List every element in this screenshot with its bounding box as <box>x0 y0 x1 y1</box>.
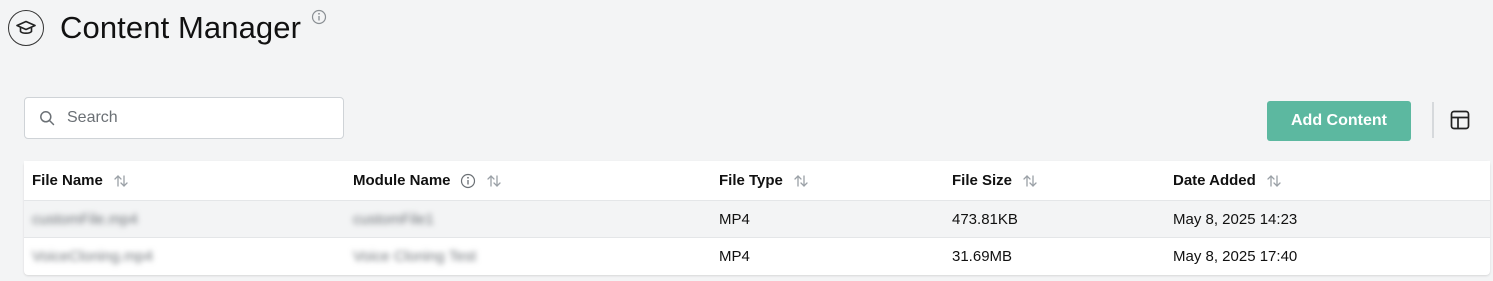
content-manager-page: Content Manager Add Content <box>0 0 1493 281</box>
page-header: Content Manager <box>8 8 327 48</box>
sort-icon[interactable] <box>1022 174 1038 188</box>
search-input[interactable] <box>67 109 317 127</box>
add-content-button[interactable]: Add Content <box>1267 101 1411 141</box>
sort-icon[interactable] <box>113 174 129 188</box>
search-box[interactable] <box>24 97 344 139</box>
module-name-cell: customFile1 <box>353 210 434 228</box>
info-icon[interactable] <box>460 173 476 189</box>
file-name-cell: VoiceCloning.mp4 <box>32 248 153 265</box>
column-header-file-name[interactable]: File Name <box>24 172 345 189</box>
file-size-cell: 473.81KB <box>952 210 1018 228</box>
file-type-cell: MP4 <box>719 210 750 228</box>
column-header-date-added[interactable]: Date Added <box>1165 172 1490 189</box>
table-row[interactable]: customFile.mp4 customFile1 MP4 473.81KB … <box>24 201 1490 238</box>
graduation-cap-icon <box>8 10 44 46</box>
sort-icon[interactable] <box>1266 174 1282 188</box>
column-header-module-name[interactable]: Module Name <box>345 172 711 189</box>
table-row[interactable]: VoiceCloning.mp4 Voice Cloning Test MP4 … <box>24 238 1490 275</box>
table-columns-icon[interactable] <box>1446 106 1474 134</box>
date-added-cell: May 8, 2025 17:40 <box>1173 248 1298 265</box>
file-type-cell: MP4 <box>719 248 750 265</box>
file-name-cell: customFile.mp4 <box>32 210 138 228</box>
date-added-cell: May 8, 2025 14:23 <box>1173 210 1298 228</box>
sort-icon[interactable] <box>486 174 502 188</box>
sort-icon[interactable] <box>793 174 809 188</box>
module-name-cell: Voice Cloning Test <box>353 248 477 265</box>
table-header-row: File Name Module Name File Type File Siz… <box>24 161 1490 201</box>
page-title: Content Manager <box>60 10 302 45</box>
content-table: File Name Module Name File Type File Siz… <box>24 161 1490 275</box>
column-header-file-type[interactable]: File Type <box>711 172 944 189</box>
info-icon[interactable] <box>311 9 327 25</box>
search-icon <box>39 110 55 126</box>
toolbar-divider <box>1432 102 1434 138</box>
column-header-file-size[interactable]: File Size <box>944 172 1165 189</box>
file-size-cell: 31.69MB <box>952 248 1013 265</box>
